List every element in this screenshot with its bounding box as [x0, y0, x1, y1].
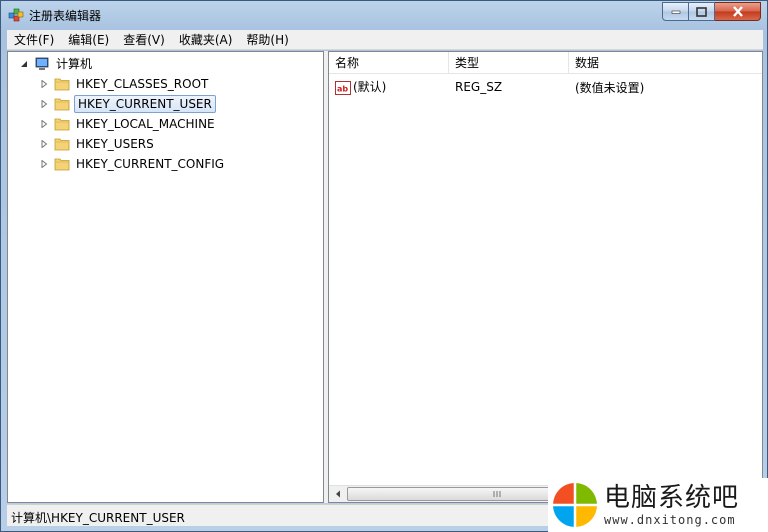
- status-path: 计算机\HKEY_CURRENT_USER: [11, 511, 185, 525]
- column-header-name[interactable]: 名称: [329, 52, 449, 74]
- tree-label: HKEY_CURRENT_CONFIG: [76, 157, 225, 171]
- folder-icon: [54, 97, 70, 111]
- close-button[interactable]: [715, 2, 761, 21]
- scroll-left-icon: [335, 490, 340, 498]
- menu-view[interactable]: 查看(V): [116, 30, 172, 50]
- scroll-left-button[interactable]: [329, 486, 346, 502]
- value-name: (默认): [353, 80, 387, 95]
- tree-item-hkey-users[interactable]: HKEY_USERS: [40, 135, 156, 153]
- tree-item-hkey-classes-root[interactable]: HKEY_CLASSES_ROOT: [40, 75, 210, 93]
- column-header-data[interactable]: 数据: [569, 52, 762, 74]
- grip-icon: [493, 491, 500, 497]
- value-type: REG_SZ: [455, 80, 503, 94]
- string-value-icon: ab: [335, 80, 351, 96]
- tree-label: HKEY_CLASSES_ROOT: [76, 77, 209, 91]
- watermark-url: www.dnxitong.com: [604, 513, 736, 527]
- window-title: 注册表编辑器: [29, 9, 102, 23]
- tree-item-hkey-current-config[interactable]: HKEY_CURRENT_CONFIG: [40, 155, 226, 173]
- tree-label: HKEY_USERS: [76, 137, 154, 151]
- folder-icon: [54, 117, 70, 131]
- windows-logo-icon: [552, 482, 598, 528]
- menu-favorites[interactable]: 收藏夹(A): [172, 30, 240, 50]
- menu-edit[interactable]: 编辑(E): [61, 30, 116, 50]
- expand-arrow-icon[interactable]: [40, 120, 48, 128]
- expand-arrow-icon[interactable]: [40, 140, 48, 148]
- values-list-pane[interactable]: 名称 类型 数据 ab (默认) REG_SZ (数值未设置): [328, 51, 763, 503]
- tree-label-selected: HKEY_CURRENT_USER: [74, 95, 216, 113]
- watermark: 电脑系统吧 www.dnxitong.com: [548, 478, 768, 532]
- minimize-icon: [671, 10, 680, 14]
- folder-icon: [54, 137, 70, 151]
- folder-icon: [54, 157, 70, 171]
- menu-help[interactable]: 帮助(H): [239, 30, 295, 50]
- maximize-icon: [696, 6, 707, 17]
- computer-icon: [34, 56, 50, 72]
- tree-label-computer: 计算机: [56, 57, 93, 71]
- list-header: 名称 类型 数据: [329, 52, 762, 74]
- tree-item-computer[interactable]: 计算机: [20, 55, 94, 73]
- svg-text:ab: ab: [337, 84, 348, 93]
- expand-arrow-icon[interactable]: [40, 160, 48, 168]
- tree-label: HKEY_LOCAL_MACHINE: [76, 117, 215, 131]
- regedit-app-icon: [8, 7, 24, 23]
- watermark-title: 电脑系统吧: [604, 483, 740, 513]
- folder-icon: [54, 77, 70, 91]
- value-data: (数值未设置): [575, 80, 645, 95]
- close-icon: [732, 6, 743, 17]
- tree-item-hkey-current-user[interactable]: HKEY_CURRENT_USER: [40, 95, 216, 113]
- minimize-button[interactable]: [662, 2, 689, 21]
- table-row[interactable]: ab (默认) REG_SZ (数值未设置): [329, 77, 762, 97]
- expand-arrow-icon[interactable]: [40, 80, 48, 88]
- collapse-arrow-icon[interactable]: [20, 60, 28, 68]
- column-header-type[interactable]: 类型: [449, 52, 569, 74]
- menu-file[interactable]: 文件(F): [7, 30, 61, 50]
- expand-arrow-icon[interactable]: [40, 100, 48, 108]
- tree-item-hkey-local-machine[interactable]: HKEY_LOCAL_MACHINE: [40, 115, 217, 133]
- key-tree-pane[interactable]: 计算机 HKEY_CLASSES_ROOT HKEY_CURRENT_USER …: [7, 51, 324, 503]
- registry-editor-window: 注册表编辑器 文件(F) 编辑(E) 查看(V) 收藏夹(A) 帮助(H) 计算…: [0, 0, 768, 532]
- menu-bar: 文件(F) 编辑(E) 查看(V) 收藏夹(A) 帮助(H): [7, 30, 763, 50]
- title-bar[interactable]: 注册表编辑器: [1, 1, 767, 29]
- maximize-button[interactable]: [689, 2, 715, 21]
